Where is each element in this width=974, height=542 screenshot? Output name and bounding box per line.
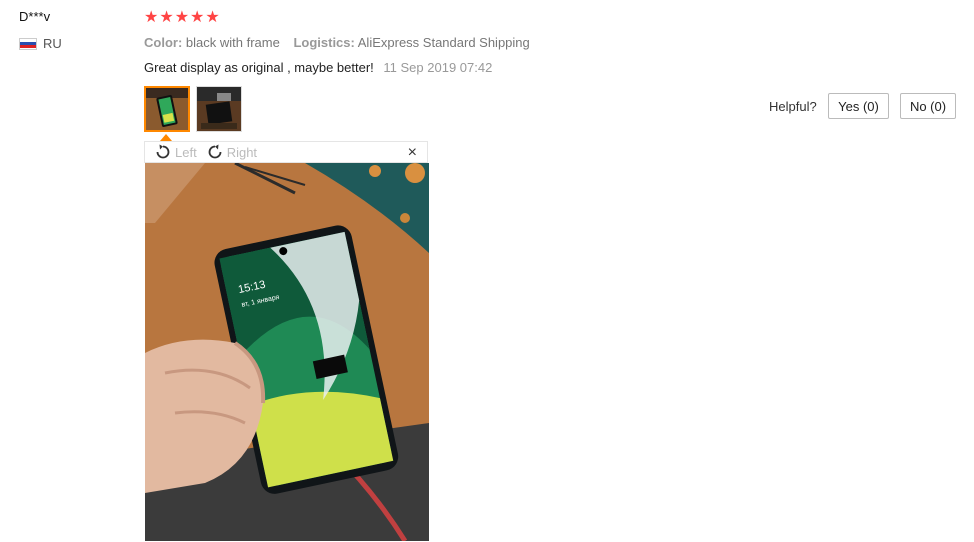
rotate-right-button[interactable]: Right xyxy=(207,144,257,160)
color-value: black with frame xyxy=(185,35,280,50)
star-icon: ★ xyxy=(174,9,190,26)
helpful-label: Helpful? xyxy=(769,99,817,114)
image-viewer-toolbar: Left Right × xyxy=(144,141,428,163)
rotate-left-icon xyxy=(156,144,170,159)
review-date: 11 Sep 2019 07:42 xyxy=(383,60,493,75)
review-body: Great display as original , maybe better… xyxy=(144,60,492,75)
rotate-left-label: Left xyxy=(175,144,197,160)
order-info: Color: black with frame Logistics: AliEx… xyxy=(144,35,530,50)
star-icon: ★ xyxy=(144,9,159,26)
photo-thumbnails xyxy=(144,86,242,132)
rotate-left-button[interactable]: Left xyxy=(155,144,197,160)
review-photo: 15:13 вт, 1 января xyxy=(145,163,429,541)
thumbnail-2[interactable] xyxy=(196,86,242,132)
star-icon: ★ xyxy=(159,9,174,26)
thumbnail-1[interactable] xyxy=(144,86,190,132)
logistics-label: Logistics: xyxy=(293,35,355,50)
star-icon: ★ xyxy=(205,9,220,26)
russia-flag-icon xyxy=(19,37,37,50)
review-text: Great display as original , maybe better… xyxy=(144,60,374,75)
reviewer-name: D***v xyxy=(19,9,51,24)
logistics-value: AliExpress Standard Shipping xyxy=(357,35,530,50)
rating-stars: ★ ★ ★ ★ ★ xyxy=(144,10,220,26)
rotate-right-label: Right xyxy=(226,144,258,160)
star-icon: ★ xyxy=(190,9,205,26)
rotate-right-icon xyxy=(208,144,222,159)
helpful-yes-button[interactable]: Yes (0) xyxy=(828,93,889,119)
selected-thumbnail-caret xyxy=(160,134,172,141)
color-label: Color: xyxy=(144,35,183,50)
country-code: RU xyxy=(43,36,62,51)
reviewer-country: RU xyxy=(19,36,62,51)
close-viewer-button[interactable]: × xyxy=(408,144,417,162)
helpful-no-button[interactable]: No (0) xyxy=(900,93,956,119)
